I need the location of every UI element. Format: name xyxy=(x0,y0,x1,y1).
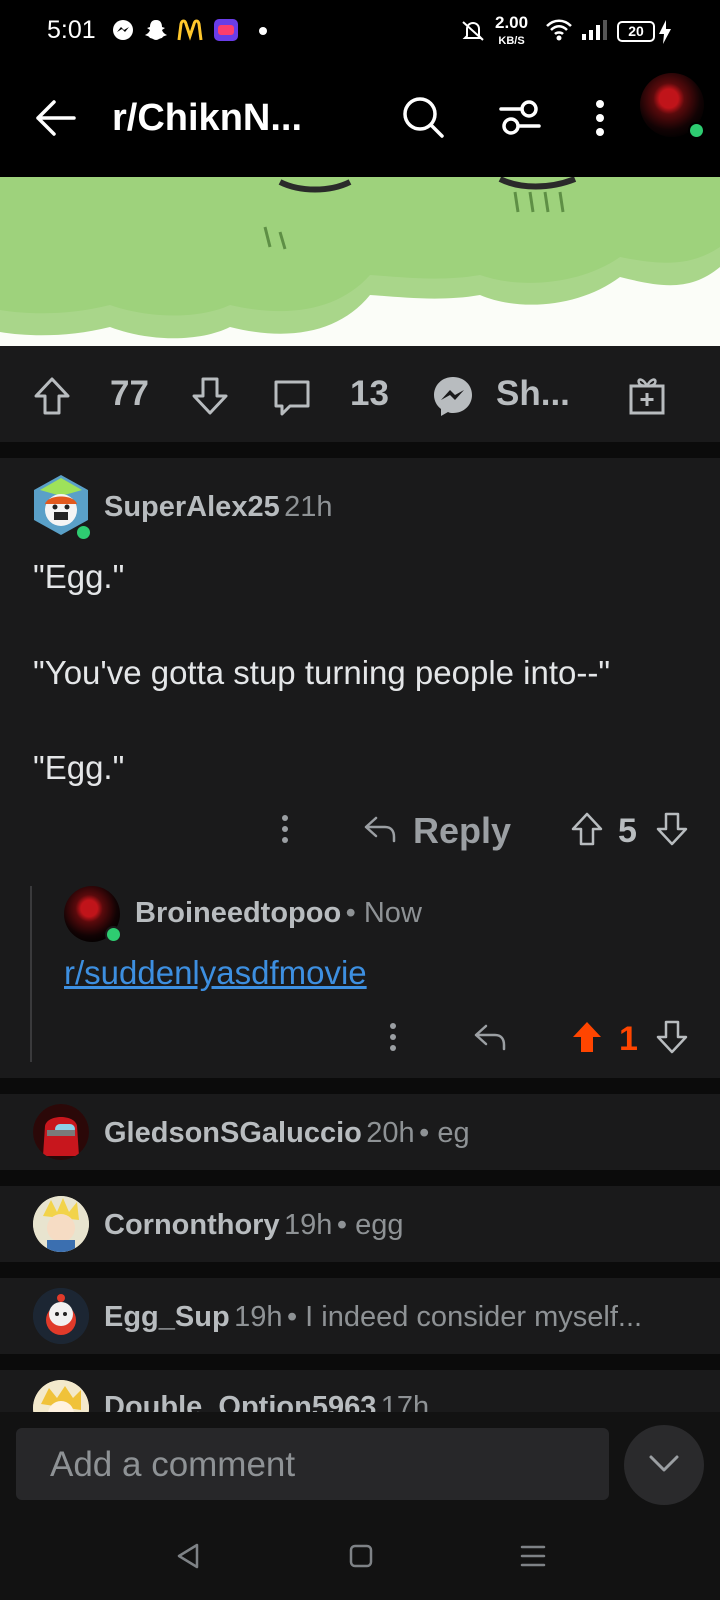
comment-input-box[interactable] xyxy=(16,1428,609,1502)
thread-line xyxy=(30,886,32,1062)
collapsed-snippet: • egg xyxy=(336,1209,404,1241)
comment-more-icon[interactable] xyxy=(280,814,290,844)
upvote-icon[interactable] xyxy=(33,376,71,416)
collapsed-header-1: GledsonSGaluccio 20h • eg xyxy=(104,1117,470,1150)
nav-back-icon[interactable] xyxy=(175,1542,201,1570)
filter-icon[interactable] xyxy=(499,98,541,136)
collapsed-snippet: • I indeed consider myself... xyxy=(286,1301,643,1333)
reply-reply-icon[interactable] xyxy=(473,1022,507,1052)
reply-time: • Now xyxy=(345,897,422,929)
nav-home-icon[interactable] xyxy=(348,1543,374,1569)
collapsed-time: 20h xyxy=(366,1117,415,1149)
comment-icon[interactable] xyxy=(272,378,312,418)
collapsed-avatar-4[interactable] xyxy=(33,1380,89,1412)
collapsed-time: 19h xyxy=(234,1301,283,1333)
downvote-icon[interactable] xyxy=(191,376,229,416)
collapsed-header-2: Cornonthory 19h • egg xyxy=(104,1209,404,1242)
comment-score: 5 xyxy=(618,812,637,850)
collapsed-avatar-3[interactable] xyxy=(33,1288,89,1344)
comment-time: 21h xyxy=(284,491,333,523)
comment-header: SuperAlex25 21h xyxy=(104,491,333,524)
subreddit-link[interactable]: r/suddenlyasdfmovie xyxy=(64,954,367,992)
app-bar: r/ChiknN... xyxy=(0,62,720,177)
separator xyxy=(0,1354,720,1370)
post-action-bar: 77 13 Sh... xyxy=(0,346,720,442)
online-status-dot xyxy=(105,926,122,943)
subreddit-title[interactable]: r/ChiknN... xyxy=(112,97,302,140)
collapsed-header-4: Double_Option5963 17h xyxy=(104,1391,429,1412)
comment-downvote-icon[interactable] xyxy=(656,812,688,846)
wifi-icon xyxy=(545,18,573,42)
collapsed-snippet: • eg xyxy=(419,1117,470,1149)
back-arrow-icon[interactable] xyxy=(34,98,76,138)
collapsed-time: 19h xyxy=(284,1209,333,1241)
reply-downvote-icon[interactable] xyxy=(656,1020,688,1054)
signal-icon xyxy=(580,18,608,42)
status-time: 5:01 xyxy=(47,16,96,44)
comment-line-2: "You've gotta stup turning people into--… xyxy=(33,654,611,691)
online-status-dot xyxy=(75,524,92,541)
net-speed-value: 2.00 xyxy=(495,13,529,32)
separator xyxy=(0,1262,720,1278)
messenger-share-icon[interactable] xyxy=(431,374,475,418)
more-icon[interactable] xyxy=(593,98,607,138)
search-icon[interactable] xyxy=(401,95,445,139)
collapse-button[interactable] xyxy=(624,1425,704,1505)
reply-icon[interactable] xyxy=(363,814,397,844)
collapsed-username[interactable]: Double_Option5963 xyxy=(104,1391,376,1412)
nav-menu-icon[interactable] xyxy=(519,1543,547,1569)
separator xyxy=(0,1078,720,1094)
collapsed-comment[interactable]: Double_Option5963 17h xyxy=(0,1370,720,1412)
reply-header: Broineedtopoo • Now xyxy=(135,897,422,930)
collapsed-username[interactable]: GledsonSGaluccio xyxy=(104,1117,362,1149)
messenger-icon xyxy=(111,18,135,42)
gift-award-icon[interactable] xyxy=(627,374,667,416)
post-image[interactable] xyxy=(0,177,720,346)
chevron-down-icon xyxy=(648,1453,680,1475)
reply-more-icon[interactable] xyxy=(388,1022,398,1052)
share-label[interactable]: Sh... xyxy=(496,374,570,414)
snapchat-icon xyxy=(143,18,169,42)
comment-upvote-icon[interactable] xyxy=(571,812,603,846)
collapsed-username[interactable]: Egg_Sup xyxy=(104,1301,230,1333)
comment-username[interactable]: SuperAlex25 xyxy=(104,491,280,523)
comment-line-1: "Egg." xyxy=(33,558,125,595)
dot-icon xyxy=(258,26,268,36)
collapsed-time: 17h xyxy=(380,1391,430,1412)
separator xyxy=(0,442,720,458)
collapsed-header-3: Egg_Sup 19h • I indeed consider myself..… xyxy=(104,1301,694,1334)
battery-level: 20 xyxy=(628,23,644,39)
lazada-icon xyxy=(213,18,239,42)
reply-score: 1 xyxy=(619,1020,638,1058)
reply-upvote-icon-active[interactable] xyxy=(571,1020,603,1054)
online-status-dot xyxy=(688,122,705,139)
reply-username[interactable]: Broineedtopoo xyxy=(135,897,341,929)
net-speed: 2.00 KB/S xyxy=(495,13,529,49)
battery-icon: 20 xyxy=(617,21,655,42)
comment-line-3: "Egg." xyxy=(33,749,125,786)
system-nav-bar xyxy=(0,1516,720,1600)
mute-icon xyxy=(459,18,487,44)
charging-icon xyxy=(658,20,672,44)
comment-count: 13 xyxy=(350,374,389,413)
separator xyxy=(0,1170,720,1186)
collapsed-username[interactable]: Cornonthory xyxy=(104,1209,280,1241)
add-comment-input[interactable] xyxy=(48,1428,592,1502)
upvote-count: 77 xyxy=(110,374,149,413)
status-bar: 5:01 2.00 KB/S 20 xyxy=(0,0,720,62)
reply-button[interactable]: Reply xyxy=(413,810,511,852)
collapsed-avatar-1[interactable] xyxy=(33,1104,89,1160)
net-speed-unit: KB/S xyxy=(498,35,525,47)
collapsed-avatar-2[interactable] xyxy=(33,1196,89,1252)
mcdonalds-icon xyxy=(177,18,203,42)
